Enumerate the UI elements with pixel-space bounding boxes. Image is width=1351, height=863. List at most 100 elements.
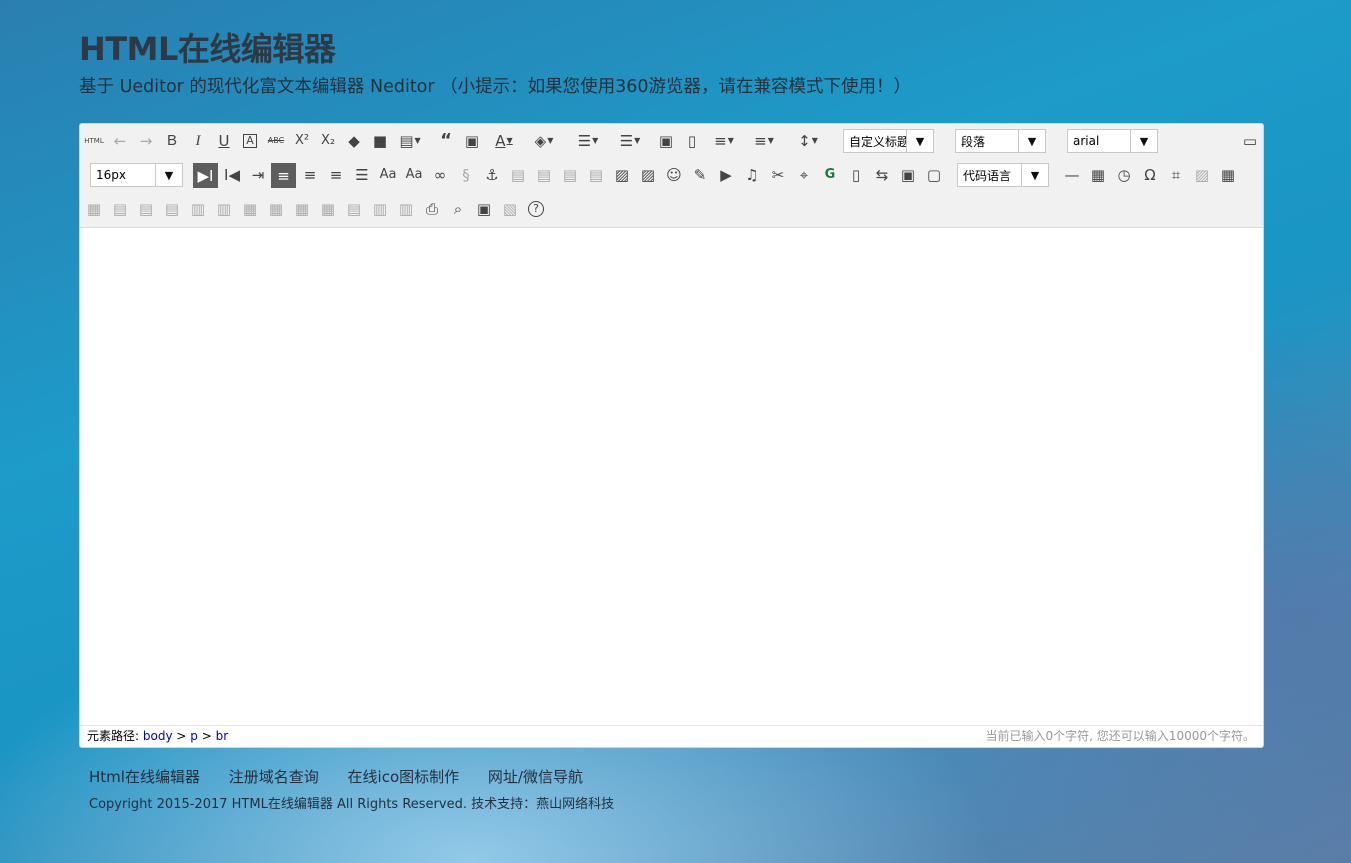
unordered-list-icon[interactable]: ☰ ▼ [615, 130, 645, 152]
scrawl-icon[interactable]: ✎ [689, 164, 711, 186]
custom-heading-select[interactable]: 自定义标题 ▼ [843, 129, 934, 153]
custom-heading-value: 自定义标题 [849, 134, 906, 149]
direction-rtl-icon[interactable]: I◀ [221, 164, 243, 186]
remove-format-icon[interactable]: ◆ [343, 130, 365, 152]
delete-row-icon[interactable]: ▤ [161, 198, 183, 220]
split-cells-icon[interactable]: ▦ [317, 198, 339, 220]
image-left-icon[interactable]: ▤ [533, 164, 555, 186]
line-height-icon[interactable]: ↕ ▼ [793, 130, 823, 152]
print-icon[interactable]: ⎙ [421, 198, 443, 220]
underline-icon[interactable]: U [213, 130, 235, 152]
split-cols-icon[interactable]: ▥ [369, 198, 391, 220]
paste-plain-icon[interactable]: ▣ [461, 130, 483, 152]
template-icon[interactable]: ▣ [897, 164, 919, 186]
html-source-button[interactable]: HTML [83, 130, 105, 152]
paragraph-spacing-top-icon[interactable]: ≡ ▼ [709, 130, 739, 152]
delete-table-icon[interactable]: ▦ [83, 198, 105, 220]
pagebreak-icon[interactable]: ⇆ [871, 164, 893, 186]
align-justify-icon[interactable]: ☰ [351, 164, 373, 186]
draft-icon[interactable]: ▧ [499, 198, 521, 220]
insert-table-icon[interactable]: ▦ [1217, 164, 1239, 186]
quote-icon[interactable]: “ [435, 130, 457, 152]
insert-video-icon[interactable]: ▶ [715, 164, 737, 186]
html-source-label: HTML [84, 137, 104, 145]
split-rows-icon[interactable]: ▤ [343, 198, 365, 220]
image-right-icon[interactable]: ▤ [559, 164, 581, 186]
path-body-link[interactable]: body [143, 729, 173, 743]
gmap-icon[interactable]: G [819, 164, 841, 186]
font-family-select[interactable]: arial ▼ [1067, 129, 1158, 153]
footer-links: Html在线编辑器 注册域名查询 在线ico图标制作 网址/微信导航 [89, 766, 607, 787]
paragraph-spacing-bottom-icon[interactable]: ≡ ▼ [749, 130, 779, 152]
footer-link[interactable]: 网址/微信导航 [488, 768, 583, 786]
insert-paragraph-before-table-icon[interactable]: ▤ [109, 198, 131, 220]
merge-right-icon[interactable]: ▦ [265, 198, 287, 220]
italic-icon[interactable]: I [187, 130, 209, 152]
insert-row-icon[interactable]: ▤ [135, 198, 157, 220]
help-icon[interactable]: ? [525, 198, 547, 220]
map-icon[interactable]: ⌖ [793, 164, 815, 186]
page-subtitle: 基于 Ueditor 的现代化富文本编辑器 Neditor （小提示：如果您使用… [79, 77, 912, 97]
undo-icon[interactable]: ← [109, 130, 131, 152]
tolowercase-icon[interactable]: Aa [403, 164, 425, 186]
insert-col-icon[interactable]: ▥ [187, 198, 209, 220]
align-left-icon[interactable]: ≡ [271, 163, 296, 188]
chevron-down-icon: ▼ [1018, 130, 1045, 152]
code-language-select[interactable]: 代码语言 ▼ [957, 163, 1049, 187]
path-separator: > [176, 729, 187, 743]
anchor-icon[interactable]: ⚓ [481, 164, 503, 186]
music-icon[interactable]: ♫ [741, 164, 763, 186]
save-icon[interactable]: ▣ [473, 198, 495, 220]
rich-text-editor: HTML ← → B I U A ABC X² X₂ ◆ ■ ▤ ▼ “ ▣ A ▼… [79, 123, 1264, 748]
preview-icon[interactable]: ⌕ [447, 198, 469, 220]
autotypeset-icon[interactable]: ■ [369, 130, 391, 152]
font-color-icon[interactable]: A ▼ [489, 130, 519, 152]
align-center-icon[interactable]: ≡ [299, 164, 321, 186]
paragraph-select[interactable]: 段落 ▼ [955, 129, 1046, 153]
simple-upload-icon[interactable]: ▨ [611, 164, 633, 186]
special-chars-icon[interactable]: Ω [1139, 164, 1161, 186]
date-icon[interactable]: ▦ [1087, 164, 1109, 186]
insert-image-icon[interactable]: ▨ [637, 164, 659, 186]
emotion-icon[interactable]: ☺ [663, 164, 685, 186]
redo-icon[interactable]: → [135, 130, 157, 152]
indent-icon[interactable]: ⇥ [247, 164, 269, 186]
snapscreen-icon[interactable]: ⌗ [1165, 164, 1187, 186]
delete-col-icon[interactable]: ▥ [213, 198, 235, 220]
footer-link[interactable]: 注册域名查询 [229, 768, 319, 786]
time-icon[interactable]: ◷ [1113, 164, 1135, 186]
strikethrough-icon[interactable]: ABC [265, 130, 287, 152]
merge-down-icon[interactable]: ▦ [291, 198, 313, 220]
merge-cells-icon[interactable]: ▦ [239, 198, 261, 220]
attachment-icon[interactable]: ✂ [767, 164, 789, 186]
touppercase-icon[interactable]: Aa [377, 164, 399, 186]
select-all-icon[interactable]: ▣ [655, 130, 677, 152]
ordered-list-icon[interactable]: ☰ ▼ [573, 130, 603, 152]
bold-icon[interactable]: B [161, 130, 183, 152]
fullscreen-icon[interactable]: ▭ [1239, 130, 1261, 152]
wordimage-icon[interactable]: ▨ [1191, 164, 1213, 186]
font-border-icon[interactable]: A [239, 130, 261, 152]
unlink-icon[interactable]: § [455, 164, 477, 186]
direction-ltr-icon[interactable]: ▶I [193, 163, 218, 188]
image-center-icon[interactable]: ▤ [585, 164, 607, 186]
font-size-select[interactable]: 16px ▼ [90, 163, 183, 187]
footer-link[interactable]: 在线ico图标制作 [348, 768, 460, 786]
subscript-icon[interactable]: X₂ [317, 130, 339, 152]
editor-content-area[interactable] [80, 228, 1263, 725]
link-icon[interactable]: ∞ [429, 164, 451, 186]
footer-link[interactable]: Html在线编辑器 [89, 768, 200, 786]
background-color-icon[interactable]: ◈ ▼ [529, 130, 559, 152]
path-p-link[interactable]: p [190, 729, 198, 743]
horizontal-rule-icon[interactable]: — [1061, 164, 1083, 186]
image-none-icon[interactable]: ▤ [507, 164, 529, 186]
clear-doc-icon[interactable]: ▯ [681, 130, 703, 152]
blockquote-style-icon[interactable]: ▤ ▼ [395, 130, 425, 152]
insert-frame-icon[interactable]: ▯ [845, 164, 867, 186]
background-icon[interactable]: ▢ [923, 164, 945, 186]
superscript-icon[interactable]: X² [291, 130, 313, 152]
align-right-icon[interactable]: ≡ [325, 164, 347, 186]
path-br-link[interactable]: br [216, 729, 229, 743]
font-size-value: 16px [96, 168, 126, 182]
charts-icon[interactable]: ▥ [395, 198, 417, 220]
